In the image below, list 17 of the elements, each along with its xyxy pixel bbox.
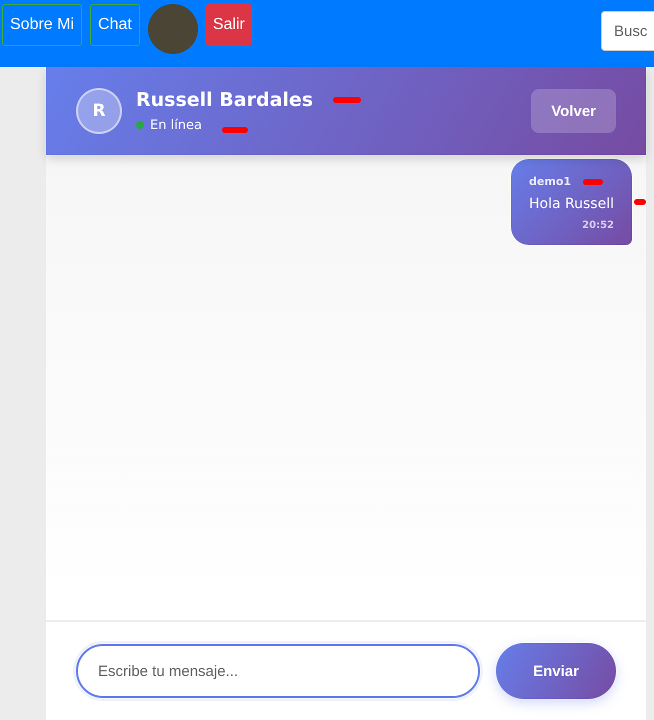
contact-avatar: R — [76, 88, 122, 134]
annotation-stroke — [222, 127, 248, 133]
back-button[interactable]: Volver — [531, 89, 616, 133]
search-field[interactable]: Busc — [601, 11, 654, 51]
send-button[interactable]: Enviar — [496, 643, 616, 699]
message-text: Hola Russell — [529, 196, 614, 212]
annotation-stroke — [634, 199, 646, 205]
message-input[interactable]: Escribe tu mensaje... — [76, 644, 480, 698]
message-time: 20:52 — [581, 220, 614, 231]
nav-button[interactable]: Chat — [90, 4, 140, 46]
annotation-stroke — [583, 178, 604, 184]
message-sender: demo1 — [529, 175, 572, 188]
contact-status: En línea — [150, 118, 202, 132]
annotation-stroke — [333, 97, 362, 103]
nav-button[interactable]: Sobre Mi — [2, 4, 82, 46]
logout-button[interactable]: Salir — [206, 4, 252, 46]
contact-name: Russell Bardales — [136, 89, 314, 111]
